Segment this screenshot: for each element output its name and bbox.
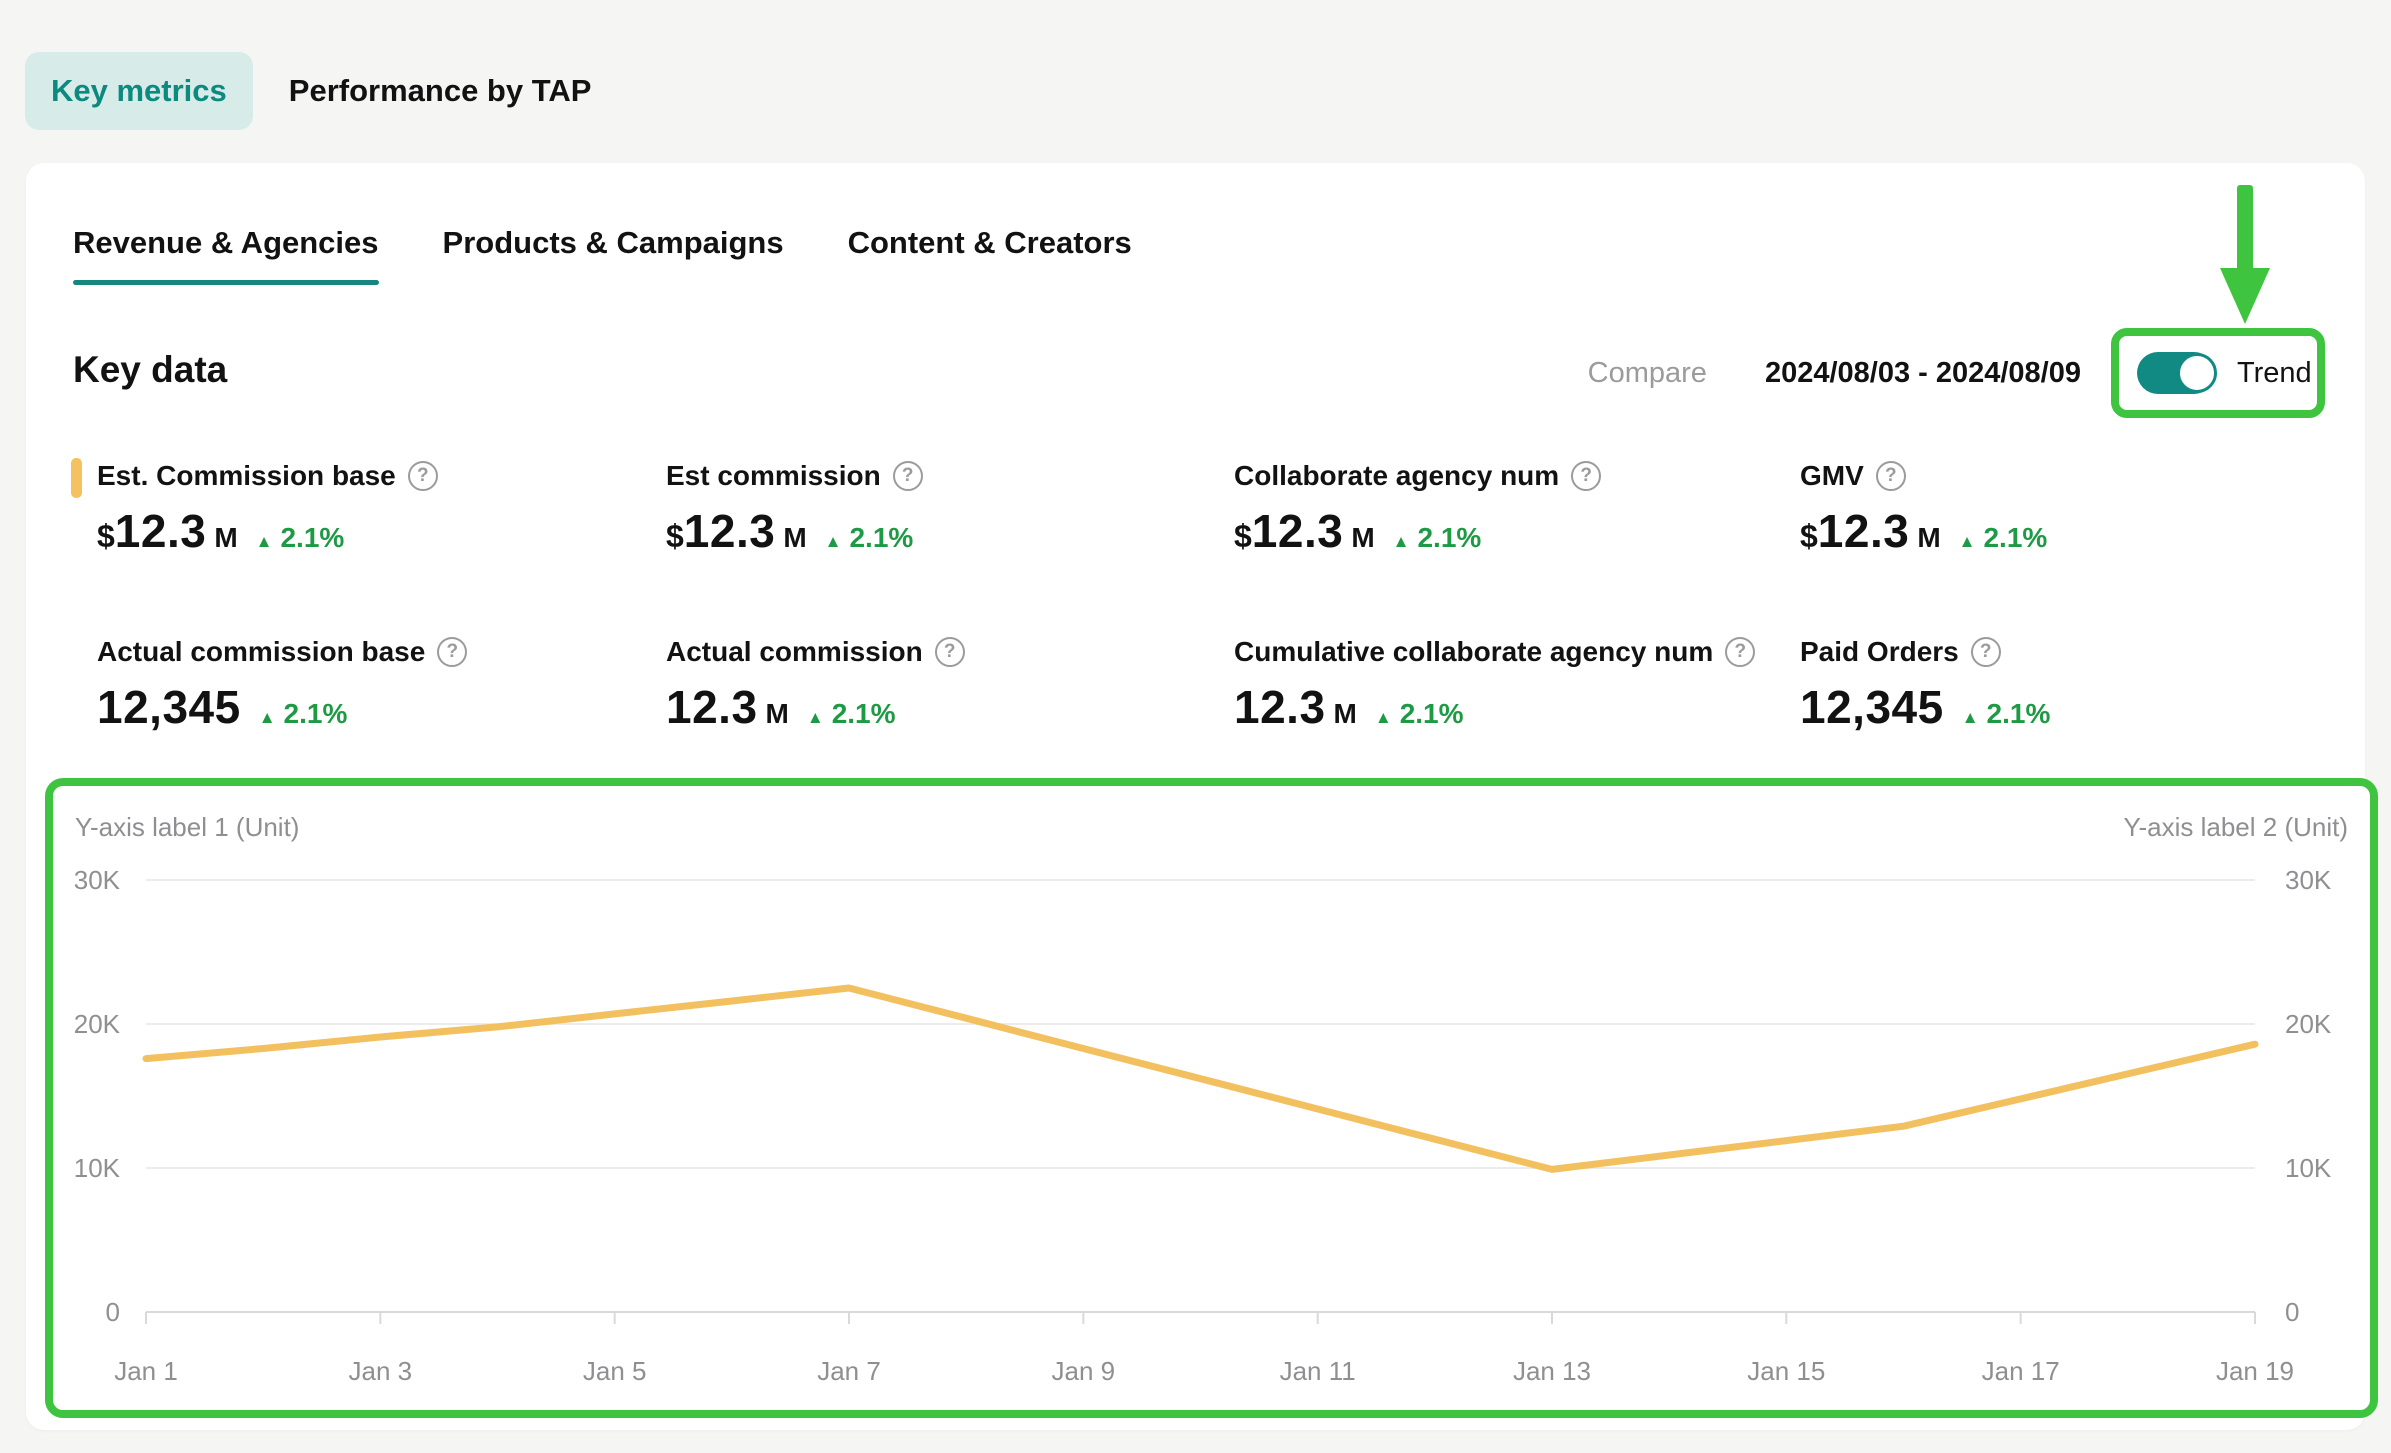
y-tick-left: 0	[106, 1297, 120, 1327]
toggle-knob-icon	[2177, 353, 2217, 393]
y-tick-left: 30K	[74, 865, 121, 895]
metric-value: 12,345	[97, 680, 241, 734]
metric-currency: $	[1800, 518, 1818, 555]
x-tick-label: Jan 19	[2216, 1356, 2294, 1386]
metric-value: 12,345	[1800, 680, 1944, 734]
help-icon[interactable]: ?	[893, 461, 923, 491]
up-arrow-icon: ▲	[1962, 708, 1979, 728]
metric-label: Collaborate agency num	[1234, 460, 1559, 492]
x-tick-label: Jan 3	[349, 1356, 413, 1386]
date-range-picker[interactable]: 2024/08/03 - 2024/08/09	[1765, 357, 2081, 390]
tab-performance-by-tap[interactable]: Performance by TAP	[289, 52, 592, 130]
x-tick-label: Jan 9	[1052, 1356, 1116, 1386]
metric-unit: M	[766, 698, 789, 730]
x-tick-label: Jan 5	[583, 1356, 647, 1386]
section-tab-bar: Revenue & Agencies Products & Campaigns …	[73, 225, 1132, 279]
metric-label: Paid Orders	[1800, 636, 1959, 668]
metric-delta: 2.1%	[849, 522, 913, 554]
metric-unit: M	[783, 522, 806, 554]
metric-value: 12.3	[1234, 680, 1326, 734]
x-tick-label: Jan 1	[114, 1356, 178, 1386]
metric-currency: $	[1234, 518, 1252, 555]
metric-card: Actual commission ? 12.3 M ▲ 2.1%	[666, 636, 965, 734]
metric-value: 12.3	[666, 680, 758, 734]
x-tick-label: Jan 15	[1747, 1356, 1825, 1386]
compare-label: Compare	[1588, 357, 1707, 390]
up-arrow-icon: ▲	[1375, 708, 1392, 728]
help-icon[interactable]: ?	[935, 637, 965, 667]
metric-label: GMV	[1800, 460, 1864, 492]
metric-delta: 2.1%	[280, 522, 344, 554]
metric-card: Est commission ? $ 12.3 M ▲ 2.1%	[666, 460, 923, 558]
help-icon[interactable]: ?	[408, 461, 438, 491]
y-tick-right: 0	[2285, 1297, 2299, 1327]
x-tick-label: Jan 13	[1513, 1356, 1591, 1386]
trend-chart-panel: Y-axis label 1 (Unit) Y-axis label 2 (Un…	[45, 778, 2378, 1418]
up-arrow-icon: ▲	[1959, 532, 1976, 552]
metric-delta: 2.1%	[832, 698, 896, 730]
metric-delta: 2.1%	[284, 698, 348, 730]
metric-card: Paid Orders ? 12,345 ▲ 2.1%	[1800, 636, 2050, 734]
tab-revenue-agencies[interactable]: Revenue & Agencies	[73, 225, 379, 279]
page-title: Key data	[73, 349, 227, 391]
series-line-est-commission-base	[146, 988, 2255, 1169]
metric-label: Actual commission base	[97, 636, 425, 668]
help-icon[interactable]: ?	[1971, 637, 2001, 667]
tab-content-creators[interactable]: Content & Creators	[848, 225, 1132, 279]
metric-delta: 2.1%	[1983, 522, 2047, 554]
up-arrow-icon: ▲	[1393, 532, 1410, 552]
metric-delta: 2.1%	[1400, 698, 1464, 730]
y-tick-left: 10K	[74, 1153, 121, 1183]
y-tick-right: 20K	[2285, 1009, 2332, 1039]
metric-label: Est commission	[666, 460, 881, 492]
metric-card: Cumulative collaborate agency num ? 12.3…	[1234, 636, 1755, 734]
metric-delta: 2.1%	[1987, 698, 2051, 730]
key-metrics-card: Revenue & Agencies Products & Campaigns …	[26, 163, 2365, 1430]
metric-delta: 2.1%	[1417, 522, 1481, 554]
y-tick-right: 10K	[2285, 1153, 2332, 1183]
metric-value: 12.3	[1818, 504, 1910, 558]
trend-toggle-label: Trend	[2237, 357, 2312, 390]
metric-card: GMV ? $ 12.3 M ▲ 2.1%	[1800, 460, 2047, 558]
help-icon[interactable]: ?	[437, 637, 467, 667]
metric-card: Collaborate agency num ? $ 12.3 M ▲ 2.1%	[1234, 460, 1601, 558]
metric-currency: $	[97, 518, 115, 555]
y-tick-left: 20K	[74, 1009, 121, 1039]
tab-products-campaigns[interactable]: Products & Campaigns	[443, 225, 784, 279]
up-arrow-icon: ▲	[256, 532, 273, 552]
metric-card: Actual commission base ? 12,345 ▲ 2.1%	[97, 636, 467, 734]
metric-unit: M	[214, 522, 237, 554]
x-tick-label: Jan 11	[1280, 1356, 1356, 1386]
trend-line-chart: 0 0 10K 10K 20K 20K 30K 30K Jan 1 Jan 3 Jan 5 Jan 7…	[53, 786, 2370, 1410]
arrow-head-icon	[2220, 268, 2270, 324]
help-icon[interactable]: ?	[1571, 461, 1601, 491]
top-tab-bar: Key metrics Performance by TAP	[25, 52, 591, 130]
up-arrow-icon: ▲	[825, 532, 842, 552]
x-tick-label: Jan 7	[817, 1356, 881, 1386]
metric-value: 12.3	[684, 504, 776, 558]
metric-card: Est. Commission base ? $ 12.3 M ▲ 2.1%	[97, 460, 438, 558]
metric-unit: M	[1917, 522, 1940, 554]
y-tick-right: 30K	[2285, 865, 2332, 895]
metric-label: Est. Commission base	[97, 460, 396, 492]
metric-label: Actual commission	[666, 636, 923, 668]
annotation-box-trend: Trend	[2111, 328, 2325, 418]
up-arrow-icon: ▲	[259, 708, 276, 728]
up-arrow-icon: ▲	[807, 708, 824, 728]
metric-currency: $	[666, 518, 684, 555]
tab-key-metrics[interactable]: Key metrics	[25, 52, 253, 130]
chart-controls: Compare 2024/08/03 - 2024/08/09 Trend	[1588, 328, 2325, 418]
help-icon[interactable]: ?	[1725, 637, 1755, 667]
metric-value: 12.3	[1252, 504, 1344, 558]
x-tick-label: Jan 17	[1982, 1356, 2060, 1386]
metric-unit: M	[1351, 522, 1374, 554]
series-marker-icon	[71, 458, 82, 498]
arrow-shaft-icon	[2237, 185, 2253, 271]
help-icon[interactable]: ?	[1876, 461, 1906, 491]
metric-label: Cumulative collaborate agency num	[1234, 636, 1713, 668]
trend-toggle[interactable]	[2137, 352, 2215, 394]
metric-value: 12.3	[115, 504, 207, 558]
metric-unit: M	[1334, 698, 1357, 730]
